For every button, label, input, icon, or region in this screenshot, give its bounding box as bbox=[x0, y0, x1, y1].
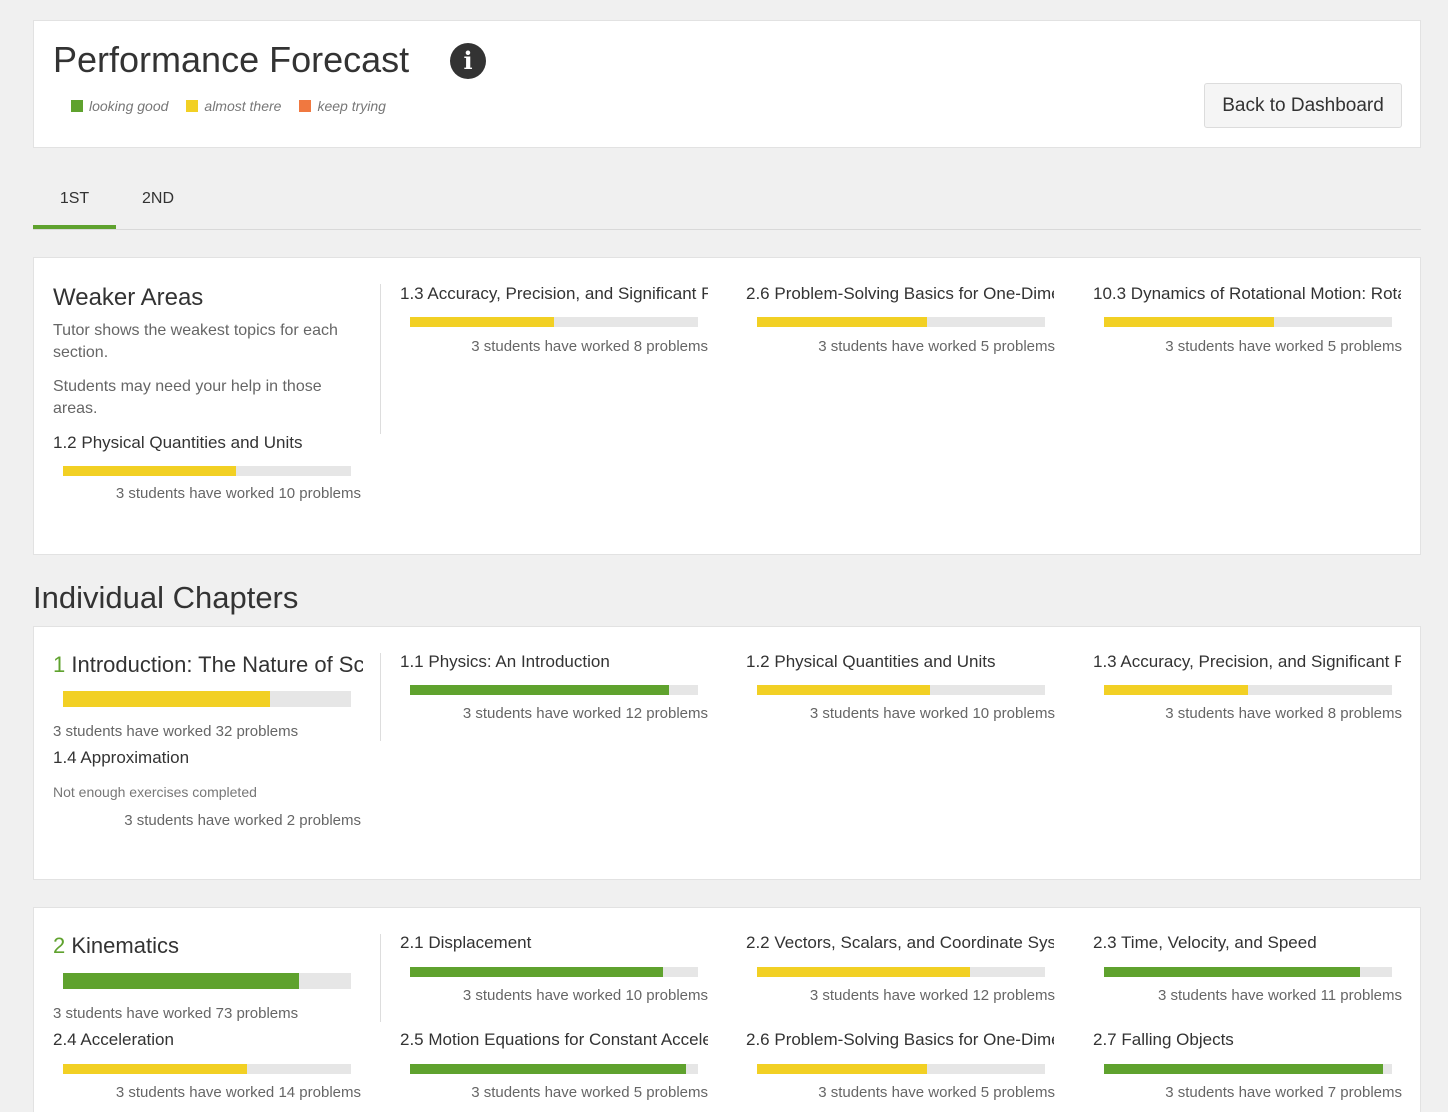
tab-2nd[interactable]: 2ND bbox=[123, 180, 193, 229]
legend-label: keep trying bbox=[317, 98, 386, 114]
topic-worked: 3 students have worked 12 problems bbox=[462, 705, 708, 722]
topic-progress-bar bbox=[1104, 317, 1392, 327]
weaker-areas-title: Weaker Areas bbox=[53, 284, 204, 311]
progress-fill bbox=[1104, 685, 1248, 695]
topic-progress-bar bbox=[410, 1064, 698, 1074]
topic-worked: 3 students have worked 5 problems bbox=[818, 338, 1055, 355]
not-enough-note: Not enough exercises completed bbox=[53, 784, 257, 800]
progress-fill bbox=[63, 1064, 248, 1074]
topic-title[interactable]: 10.3 Dynamics of Rotational Motion: Rota… bbox=[1093, 284, 1401, 304]
topic-progress-bar bbox=[63, 1064, 351, 1074]
weaker-main-progress-bar bbox=[63, 466, 351, 476]
divider bbox=[380, 284, 381, 434]
topic-worked: 3 students have worked 11 problems bbox=[1157, 987, 1402, 1004]
topic-worked: 3 students have worked 5 problems bbox=[1165, 338, 1402, 355]
progress-fill bbox=[757, 317, 927, 327]
topic-progress-bar bbox=[757, 967, 1045, 977]
topic-progress-bar bbox=[410, 317, 698, 327]
topic-worked: 3 students have worked 7 problems bbox=[1165, 1084, 1402, 1101]
topic-title[interactable]: 2.6 Problem-Solving Basics for One-Dimen… bbox=[746, 284, 1054, 304]
progress-fill bbox=[63, 466, 236, 476]
topic-worked: 3 students have worked 12 problems bbox=[809, 987, 1055, 1004]
chapter-name: Introduction: The Nature of Science and … bbox=[71, 652, 363, 677]
legend-looking-good: looking good bbox=[71, 98, 168, 114]
weaker-main-worked: 3 students have worked 10 problems bbox=[115, 485, 361, 502]
topic-title[interactable]: 2.2 Vectors, Scalars, and Coordinate Sys… bbox=[746, 933, 1054, 953]
topic-progress-bar bbox=[1104, 1064, 1392, 1074]
topic-title[interactable]: 1.3 Accuracy, Precision, and Significant… bbox=[1093, 652, 1401, 672]
chapter-worked: 3 students have worked 32 problems bbox=[53, 723, 299, 740]
back-to-dashboard-button[interactable]: Back to Dashboard bbox=[1204, 83, 1402, 128]
progress-fill bbox=[1104, 317, 1274, 327]
weaker-desc-2: Students may need your help in those are… bbox=[53, 378, 322, 417]
progress-fill bbox=[410, 685, 670, 695]
progress-fill bbox=[1104, 1064, 1384, 1074]
page-title: Performance Forecast bbox=[53, 39, 410, 80]
legend-label: looking good bbox=[89, 98, 169, 114]
chapter-panel-1: 1 Introduction: The Nature of Science an… bbox=[33, 626, 1421, 880]
topic-title[interactable]: 2.6 Problem-Solving Basics for One-Dimen… bbox=[746, 1030, 1054, 1050]
chapter-worked: 3 students have worked 73 problems bbox=[53, 1005, 299, 1022]
topic-title[interactable]: 2.1 Displacement bbox=[400, 933, 708, 953]
topic-worked: 3 students have worked 5 problems bbox=[471, 1084, 708, 1101]
topic-progress-bar bbox=[1104, 685, 1392, 695]
info-icon[interactable]: i bbox=[450, 43, 486, 79]
topic-title[interactable]: 1.3 Accuracy, Precision, and Significant… bbox=[400, 284, 708, 304]
topic-progress-bar bbox=[757, 317, 1045, 327]
chapter-number: 1 bbox=[53, 652, 66, 677]
legend-almost-there: almost there bbox=[186, 98, 281, 114]
divider bbox=[380, 653, 381, 741]
topic-progress-bar bbox=[757, 1064, 1045, 1074]
topic-worked: 3 students have worked 14 problems bbox=[115, 1084, 361, 1101]
progress-fill bbox=[757, 967, 971, 977]
topic-title[interactable]: 1.1 Physics: An Introduction bbox=[400, 652, 708, 672]
weaker-desc-1: Tutor shows the weakest topics for each … bbox=[53, 322, 338, 361]
topic-title[interactable]: 1.2 Physical Quantities and Units bbox=[746, 652, 1054, 672]
progress-fill bbox=[757, 685, 930, 695]
topic-worked: 3 students have worked 8 problems bbox=[471, 338, 708, 355]
progress-fill bbox=[63, 691, 271, 707]
topic-worked: 3 students have worked 2 problems bbox=[124, 812, 361, 829]
legend-swatch-yellow bbox=[186, 100, 199, 112]
progress-fill bbox=[63, 973, 300, 989]
period-tabs: 1ST 2ND bbox=[33, 180, 1421, 230]
topic-progress-bar bbox=[410, 967, 698, 977]
progress-fill bbox=[410, 317, 554, 327]
legend-swatch-orange bbox=[299, 100, 312, 112]
topic-worked: 3 students have worked 8 problems bbox=[1165, 705, 1402, 722]
divider bbox=[380, 934, 381, 1022]
progress-fill bbox=[410, 1064, 687, 1074]
topic-progress-bar bbox=[1104, 967, 1392, 977]
topic-title[interactable]: 2.3 Time, Velocity, and Speed bbox=[1093, 933, 1401, 953]
topic-worked: 3 students have worked 10 problems bbox=[462, 987, 708, 1004]
legend: looking good almost there keep trying bbox=[71, 98, 386, 114]
chapter-progress-bar bbox=[63, 973, 351, 989]
topic-worked: 3 students have worked 5 problems bbox=[818, 1084, 1055, 1101]
legend-swatch-green bbox=[71, 100, 83, 112]
individual-chapters-heading: Individual Chapters bbox=[33, 580, 299, 615]
topic-progress-bar bbox=[410, 685, 698, 695]
topic-title[interactable]: 2.5 Motion Equations for Constant Accele… bbox=[400, 1030, 708, 1050]
chapter-title[interactable]: 1 Introduction: The Nature of Science an… bbox=[53, 652, 363, 678]
chapter-number: 2 bbox=[53, 933, 66, 958]
header-panel: Performance Forecast i looking good almo… bbox=[33, 20, 1421, 148]
topic-title[interactable]: 1.4 Approximation bbox=[53, 748, 361, 768]
chapter-name: Kinematics bbox=[71, 933, 179, 958]
chapter-panel-2: 2 Kinematics 3 students have worked 73 p… bbox=[33, 907, 1421, 1112]
topic-title[interactable]: 2.7 Falling Objects bbox=[1093, 1030, 1401, 1050]
tab-1st[interactable]: 1ST bbox=[33, 180, 116, 229]
weaker-main-topic-title[interactable]: 1.2 Physical Quantities and Units bbox=[53, 433, 361, 453]
chapter-title[interactable]: 2 Kinematics bbox=[53, 933, 363, 959]
progress-fill bbox=[757, 1064, 927, 1074]
legend-keep-trying: keep trying bbox=[299, 98, 386, 114]
weaker-areas-panel: Weaker Areas Tutor shows the weakest top… bbox=[33, 257, 1421, 555]
topic-title[interactable]: 2.4 Acceleration bbox=[53, 1030, 361, 1050]
topic-progress-bar bbox=[757, 685, 1045, 695]
progress-fill bbox=[410, 967, 664, 977]
chapter-progress-bar bbox=[63, 691, 351, 707]
legend-label: almost there bbox=[204, 98, 282, 114]
progress-fill bbox=[1104, 967, 1361, 977]
topic-worked: 3 students have worked 10 problems bbox=[809, 705, 1055, 722]
